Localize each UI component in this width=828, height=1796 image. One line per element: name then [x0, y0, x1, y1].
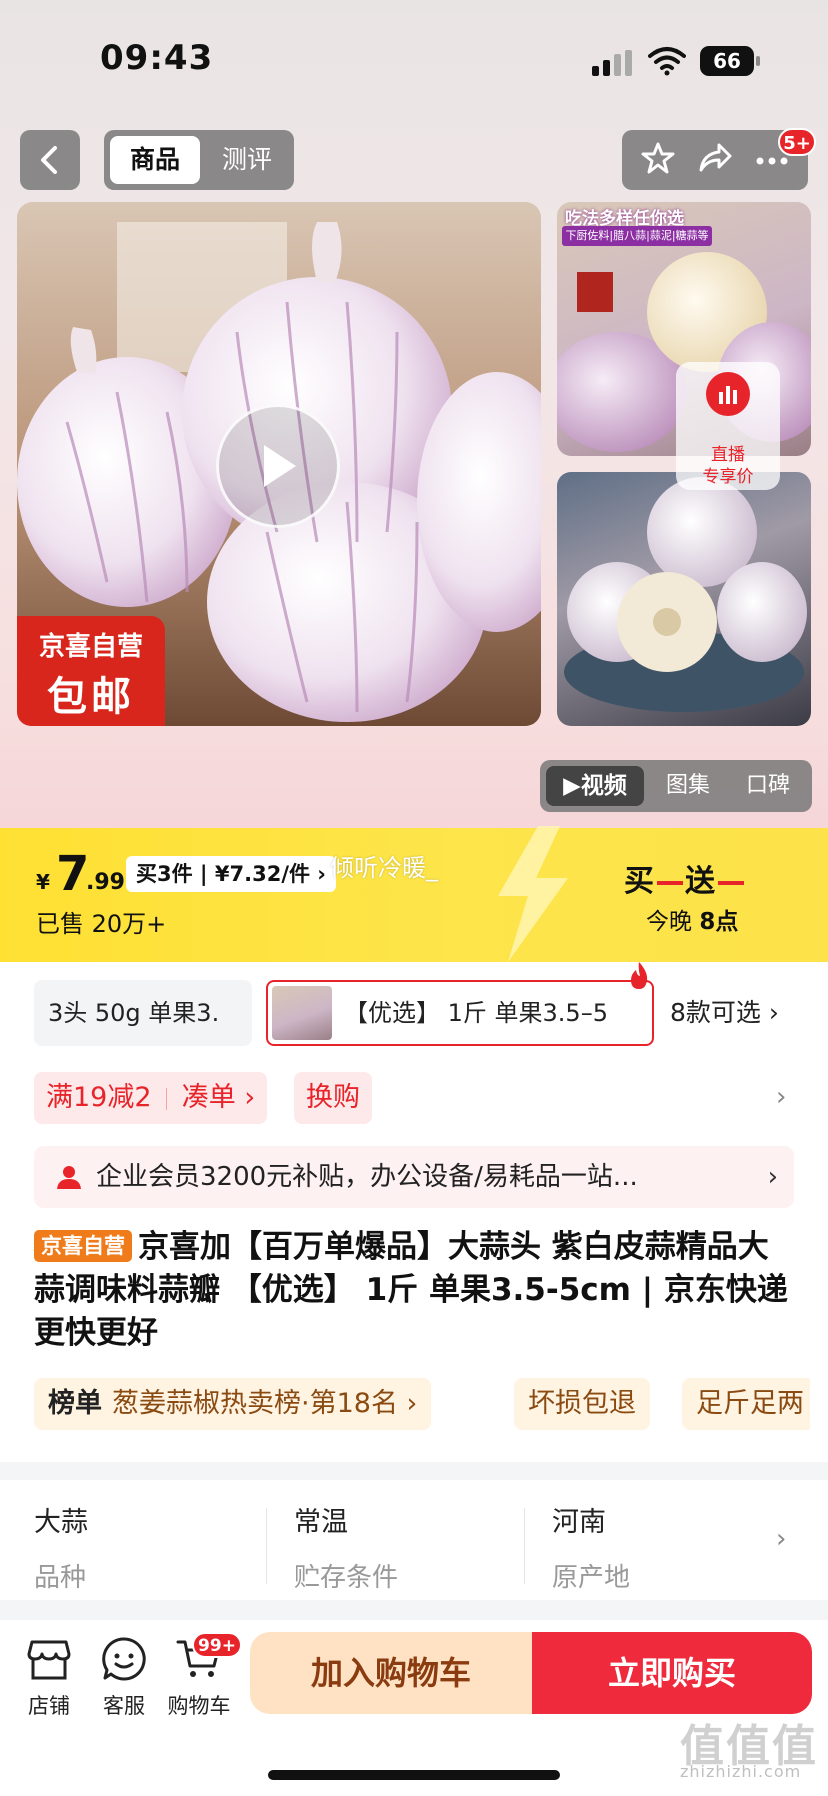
promo-time-value: 8点: [699, 909, 739, 935]
back-button[interactable]: [20, 130, 80, 190]
shop-label: 店铺: [28, 1694, 70, 1718]
attribute-storage: 常温 贮存条件: [294, 1500, 534, 1594]
play-icon: [264, 445, 296, 487]
wifi-icon: [648, 46, 686, 76]
damage-refund-chip[interactable]: 坏损包退: [514, 1378, 650, 1430]
play-video-button[interactable]: [216, 404, 340, 528]
spec-option-2-label: 【优选】 1斤 单果3.5–5: [344, 999, 608, 1027]
product-title-text: 京喜加【百万单爆品】大蒜头 紫白皮蒜精品大蒜调味料蒜瓣 【优选】 1斤 单果3.…: [34, 1229, 788, 1351]
full-weight-chip[interactable]: 足斤足两: [682, 1378, 810, 1430]
customer-service-button[interactable]: 客服: [89, 1636, 159, 1720]
attribute-key: 品种: [34, 1563, 87, 1593]
attribute-separator: [266, 1508, 267, 1584]
enterprise-member-banner[interactable]: 企业会员3200元补贴，办公设备/易耗品一站... ›: [34, 1146, 794, 1208]
promo-time-label: 今晚: [646, 909, 692, 935]
media-segment: ▶视频 图集 口碑: [540, 760, 812, 812]
promos-chevron-icon[interactable]: ›: [776, 1082, 786, 1112]
sold-count: 已售 20万+: [36, 910, 167, 938]
media-tab-video[interactable]: ▶视频: [546, 766, 644, 806]
section-divider: [0, 1600, 828, 1620]
spec-option-2-selected[interactable]: 【优选】 1斤 单果3.5–5: [266, 980, 654, 1046]
user-icon: [56, 1164, 82, 1190]
attribute-value: 大蒜: [34, 1507, 88, 1538]
attribute-key: 贮存条件: [294, 1563, 399, 1593]
live-price-chip[interactable]: 直播 专享价: [676, 362, 780, 490]
attribute-variety: 大蒜 品种: [34, 1500, 274, 1594]
swap-purchase-chip[interactable]: 换购: [294, 1072, 372, 1124]
cart-label: 购物车: [167, 1694, 231, 1718]
chevron-left-icon: [41, 146, 57, 174]
price-decimal: .99: [86, 870, 125, 895]
thumbnail-banner-sub: 下厨佐料|腊八蒜|蒜泥|糖蒜等: [562, 226, 712, 246]
price-integer: 7: [56, 846, 90, 902]
nav-tabs: 商品 测评: [104, 130, 294, 190]
customer-service-label: 客服: [103, 1694, 145, 1718]
bogo-get: 送: [685, 864, 716, 899]
ranking-value: 葱姜蒜椒热卖榜·第18名 ›: [112, 1388, 418, 1419]
promo-tag: 京喜自营 包邮: [17, 616, 165, 726]
home-indicator[interactable]: [268, 1770, 560, 1780]
promo-tag-line2: 包邮: [47, 674, 135, 720]
discount-chip[interactable]: 满19减2 凑单 ›: [34, 1072, 268, 1124]
share-icon[interactable]: [697, 142, 733, 178]
battery-icon: 66: [700, 46, 760, 76]
tab-product[interactable]: 商品: [110, 136, 200, 184]
media-tab-gallery[interactable]: 图集: [648, 766, 728, 806]
live-price-label: 专享价: [702, 467, 754, 487]
battery-level: 66: [700, 46, 754, 76]
buy-now-button[interactable]: 立即购买: [532, 1632, 812, 1714]
chat-smiley-icon: [101, 1636, 147, 1682]
tab-review[interactable]: 测评: [204, 136, 290, 184]
attribute-key: 原产地: [552, 1563, 631, 1593]
shop-icon: [26, 1636, 72, 1682]
lightning-icon: [488, 826, 572, 962]
watermark-url: zhizhizhi.com: [680, 1762, 802, 1781]
message-badge: 5+: [778, 128, 816, 156]
attribute-separator: [524, 1508, 525, 1584]
more-specs-link[interactable]: 8款可选 ›: [670, 980, 779, 1046]
danmaku-text: 倾听冷暖_: [330, 854, 438, 882]
media-tab-reviews[interactable]: 口碑: [728, 766, 808, 806]
live-icon: [706, 372, 750, 416]
bulk-price-chip[interactable]: 买3件 | ¥7.32/件 ›: [126, 856, 336, 892]
spec-thumbnail: [272, 986, 332, 1040]
member-text: 企业会员3200元补贴，办公设备/易耗品一站...: [96, 1162, 638, 1192]
fire-icon: [628, 962, 650, 990]
product-hero: 09:43 66 商品 测评 5+ 京喜自营 包邮 吃法多样任你选 下厨佐料|腊…: [0, 0, 828, 830]
promo-time: 今晚 8点: [646, 902, 738, 936]
signal-icon: [592, 50, 632, 76]
ranking-chip[interactable]: 榜单 葱姜蒜椒热卖榜·第18名 ›: [34, 1378, 432, 1430]
cart-count-badge: 99+: [192, 1632, 242, 1658]
section-divider: [0, 1462, 828, 1480]
make-up-order-link: 凑单 ›: [181, 1082, 256, 1113]
add-to-cart-button[interactable]: 加入购物车: [250, 1632, 532, 1714]
buy-one-get-one: 买送: [624, 856, 746, 900]
promo-tag-line1: 京喜自营: [38, 632, 143, 662]
price-currency: ¥: [36, 870, 50, 894]
status-time: 09:43: [100, 38, 214, 78]
self-operated-tag: 京喜自营: [34, 1230, 132, 1262]
attribute-origin: 河南 原产地: [552, 1500, 792, 1594]
product-title: 京喜自营 京喜加【百万单爆品】大蒜头 紫白皮蒜精品大蒜调味料蒜瓣 【优选】 1斤 …: [34, 1226, 794, 1355]
star-icon[interactable]: [641, 141, 675, 179]
spec-option-1[interactable]: 3头 50g 单果3.: [34, 980, 252, 1046]
attribute-value: 常温: [294, 1507, 348, 1538]
discount-text: 满19减2: [46, 1082, 152, 1113]
ranking-label: 榜单: [48, 1388, 102, 1419]
member-chevron-icon: ›: [767, 1162, 778, 1192]
product-thumbnail-2[interactable]: [557, 472, 811, 726]
garlic-bowl-illustration: [564, 477, 807, 712]
shop-button[interactable]: 店铺: [14, 1636, 84, 1720]
attributes-chevron-icon[interactable]: ›: [776, 1524, 786, 1554]
attribute-value: 河南: [552, 1507, 606, 1538]
bogo-buy: 买: [624, 864, 655, 899]
